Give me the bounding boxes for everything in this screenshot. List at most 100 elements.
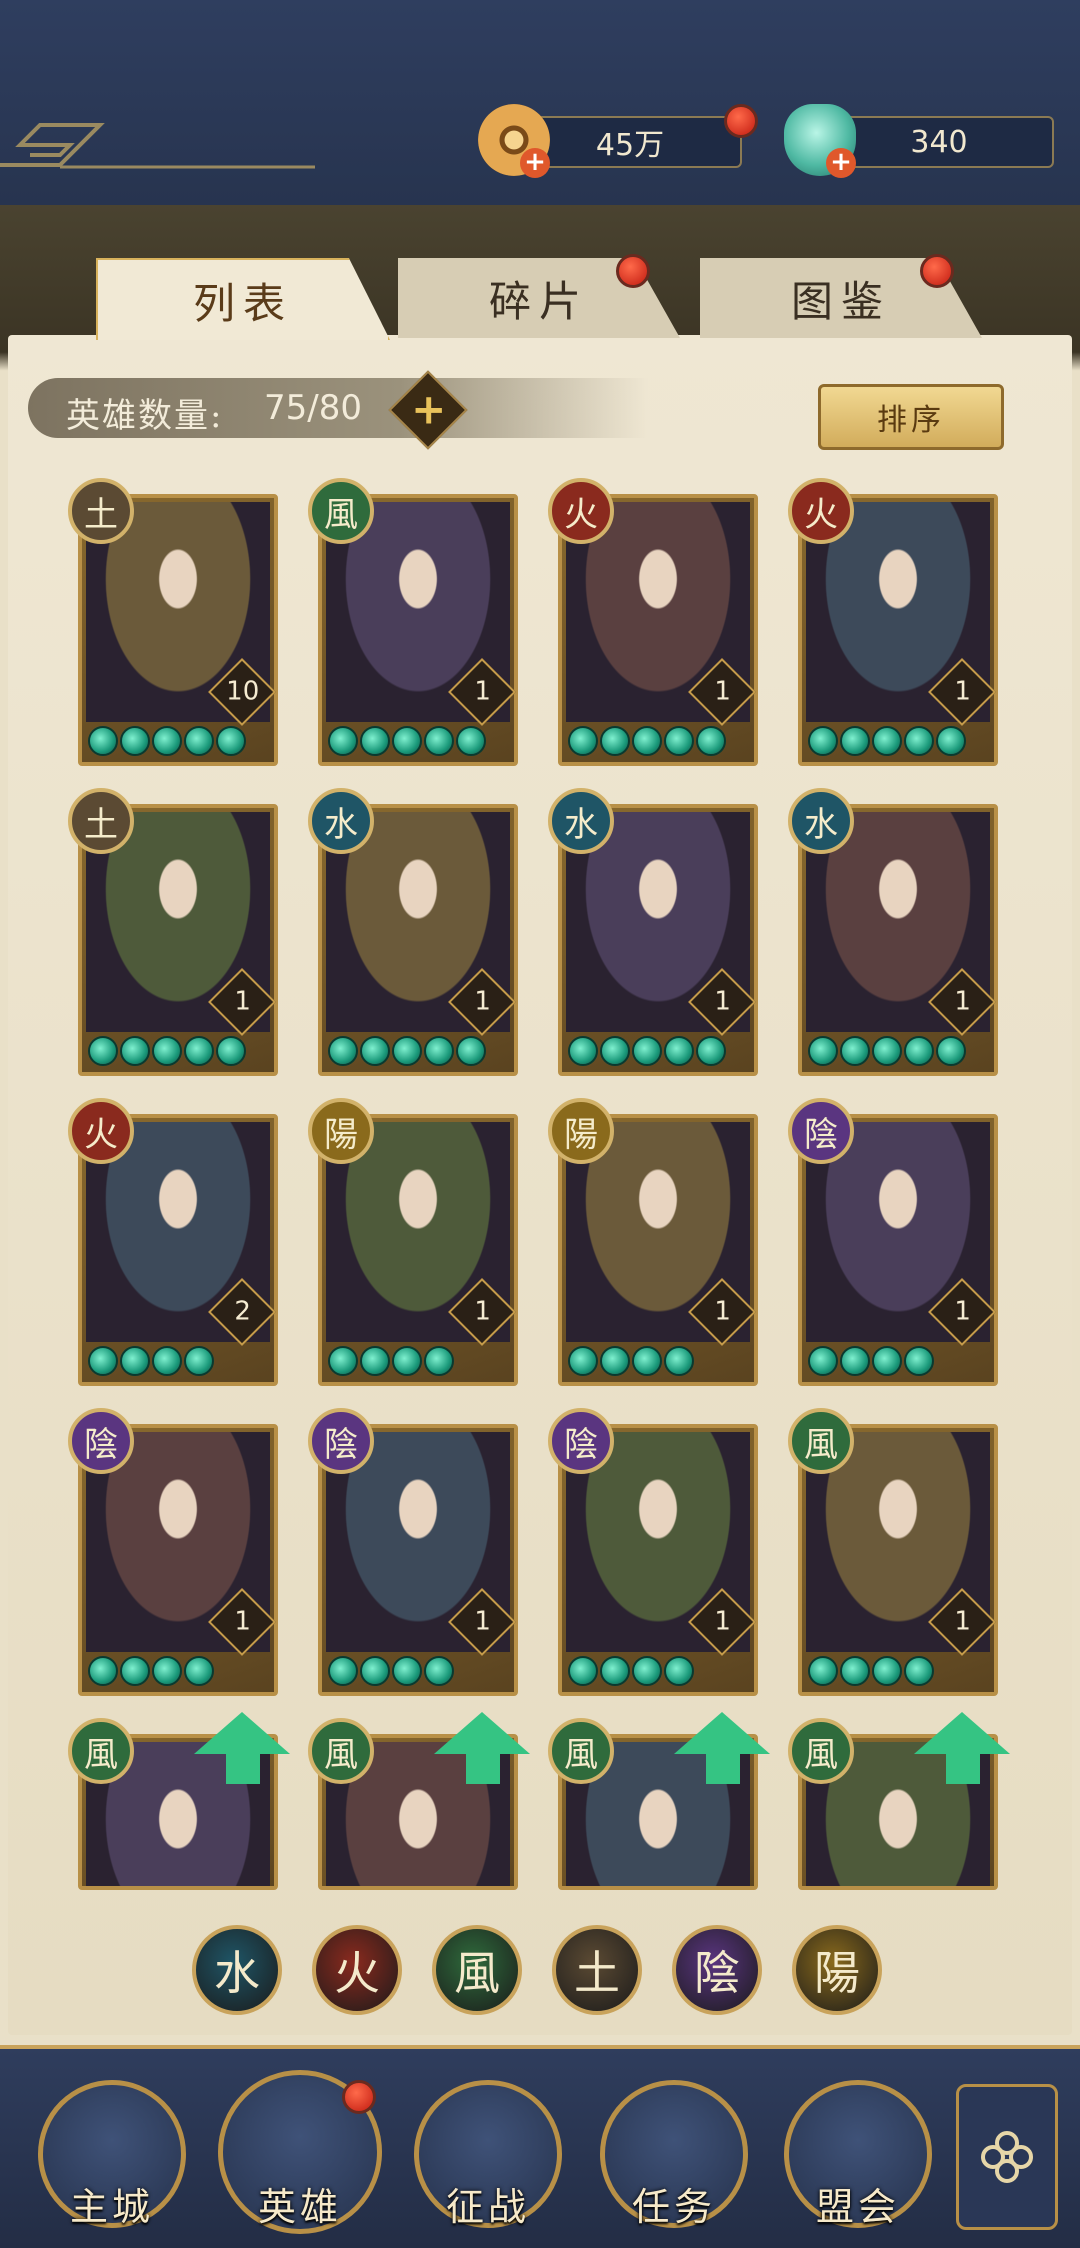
hero-level: 1 [714,986,731,1017]
codex-notification-dot [920,254,954,288]
sort-button[interactable]: 排序 [818,384,1004,450]
jade-star-icon [360,1346,390,1376]
jade-star-icon [392,1656,422,1686]
hero-card[interactable]: 1水 [788,788,998,1076]
fragments-notification-dot [616,254,650,288]
jade-star-icon [88,1346,118,1376]
jade-star-icon [664,1346,694,1376]
jade-star-icon [568,1656,598,1686]
star-rating [808,1346,934,1376]
top-bar: 45万 + 340 + [0,0,1080,209]
hero-card[interactable]: 1水 [548,788,758,1076]
tab-list-label: 列表 [192,278,293,328]
jade-star-icon [184,726,214,756]
element-badge-icon: 陰 [548,1408,614,1474]
element-filter-button[interactable]: 陰 [672,1925,762,2015]
element-badge-icon: 風 [308,1718,374,1784]
hero-card[interactable]: 1火 [548,478,758,766]
hero-card[interactable]: 1水 [308,788,518,1076]
element-badge-icon: 陽 [548,1098,614,1164]
element-badge-icon: 火 [788,478,854,544]
hero-card[interactable]: 1火 [788,478,998,766]
add-jade-button[interactable]: + [826,148,856,178]
star-rating [328,726,486,756]
hero-card[interactable]: 10 土 [68,478,278,766]
element-filter-button[interactable]: 火 [312,1925,402,2015]
hero-card[interactable]: 1陰 [548,1408,758,1696]
plus-icon: + [411,384,447,434]
tab-fragments-label: 碎片 [488,276,589,326]
jade-star-icon [120,726,150,756]
hero-count-value: 75/80 [264,388,362,428]
hero-card[interactable]: 2火 [68,1098,278,1386]
jade-star-icon [696,726,726,756]
hero-card[interactable]: 1陽 [308,1098,518,1386]
jade-star-icon [904,1656,934,1686]
upgrade-arrow-icon [194,1712,290,1754]
hero-level: 1 [234,1606,251,1637]
upgrade-arrow-stem [226,1752,260,1784]
add-copper-button[interactable]: + [520,148,550,178]
jade-star-icon [88,1036,118,1066]
element-badge-icon: 土 [68,478,134,544]
cloud-pattern-icon [0,123,315,169]
hero-level: 1 [954,676,971,707]
hero-card[interactable]: 風 [788,1712,1010,1890]
jade-star-icon [424,1346,454,1376]
element-badge-icon: 陽 [308,1098,374,1164]
jade-star-icon [360,1036,390,1066]
jade-star-icon [152,1656,182,1686]
jade-star-icon [328,1656,358,1686]
menu-flower-icon-svg [981,2131,1033,2183]
upgrade-arrow-stem [466,1752,500,1784]
element-filter-button[interactable]: 水 [192,1925,282,2015]
copper-resource[interactable]: 45万 + [478,104,758,178]
hero-card[interactable]: 1陰 [68,1408,278,1696]
tab-list[interactable]: 列表 [96,258,390,340]
star-rating [328,1656,454,1686]
hero-count-label: 英雄数量: [66,396,224,436]
hero-card[interactable]: 風 [68,1712,290,1890]
element-filter-button[interactable]: 土 [552,1925,642,2015]
jade-star-icon [600,1036,630,1066]
hero-level: 1 [714,1606,731,1637]
jade-star-icon [328,726,358,756]
star-rating [808,1656,934,1686]
jade-star-icon [664,1036,694,1066]
jade-star-icon [840,1036,870,1066]
jade-star-icon [872,1346,902,1376]
element-badge-icon: 陰 [68,1408,134,1474]
hero-card[interactable]: 風 [308,1712,530,1890]
hero-card[interactable]: 1陰 [788,1098,998,1386]
hero-card[interactable]: 1陰 [308,1408,518,1696]
hero-card[interactable]: 1風 [788,1408,998,1696]
hero-level: 1 [954,986,971,1017]
element-filter-button[interactable]: 風 [432,1925,522,2015]
element-badge-icon: 陰 [308,1408,374,1474]
hero-card[interactable]: 1土 [68,788,278,1076]
jade-star-icon [88,1656,118,1686]
upgrade-arrow-stem [946,1752,980,1784]
hero-card[interactable]: 1陽 [548,1098,758,1386]
star-rating [328,1346,454,1376]
jade-star-icon [632,1036,662,1066]
element-badge-icon: 風 [308,478,374,544]
menu-flower-icon[interactable] [956,2084,1058,2230]
jade-star-icon [424,1656,454,1686]
element-badge-icon: 水 [548,788,614,854]
tab-codex-label: 图鉴 [790,276,891,326]
nav-label: 任务 [631,2185,716,2229]
star-rating [808,726,966,756]
jade-resource[interactable]: 340 + [784,104,1054,178]
element-filter-button[interactable]: 陽 [792,1925,882,2015]
jade-star-icon [120,1346,150,1376]
hero-card[interactable]: 1風 [308,478,518,766]
jade-star-icon [328,1346,358,1376]
jade-star-icon [568,1036,598,1066]
hero-level: 1 [954,1606,971,1637]
jade-star-icon [808,1656,838,1686]
hero-card[interactable]: 風 [548,1712,770,1890]
jade-star-icon [808,726,838,756]
jade-star-icon [392,726,422,756]
jade-star-icon [872,1656,902,1686]
